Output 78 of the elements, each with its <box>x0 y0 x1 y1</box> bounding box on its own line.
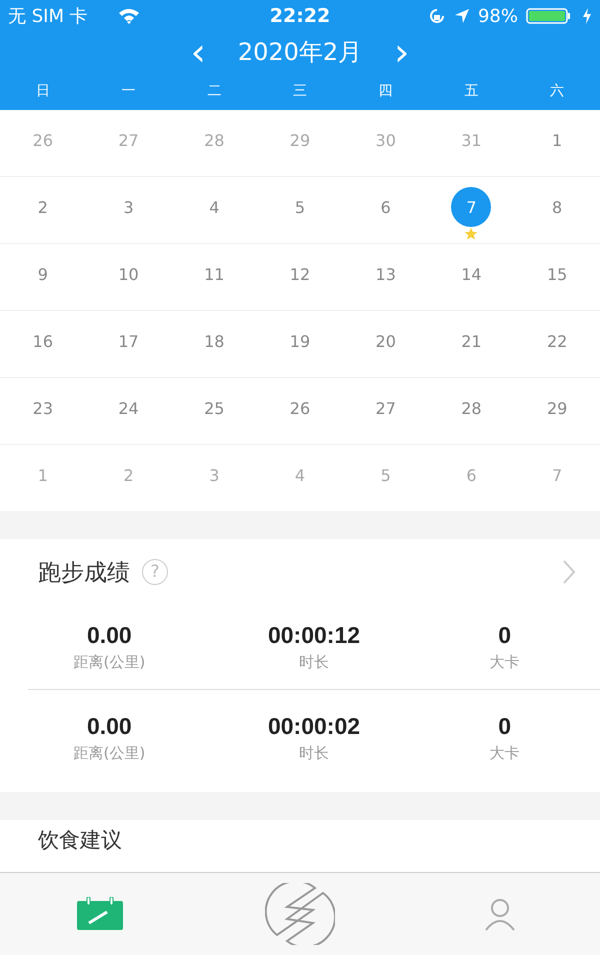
calendar-day[interactable]: 1 <box>22 455 63 495</box>
calendar-day[interactable]: 28 <box>194 120 234 160</box>
wifi-icon <box>118 8 140 24</box>
stat-value: 0 <box>498 713 512 740</box>
weekday-label: 三 <box>292 82 308 100</box>
calendar-day[interactable]: 16 <box>22 321 63 361</box>
calendar-day[interactable]: 29 <box>280 120 320 160</box>
weekday-label: 四 <box>378 82 394 100</box>
weekday-label: 一 <box>120 82 137 100</box>
next-month-button[interactable]: › <box>388 33 416 71</box>
location-arrow-icon <box>454 8 470 24</box>
calendar-day[interactable]: 19 <box>280 321 320 361</box>
stat-label: 大卡 <box>490 744 520 763</box>
charging-icon <box>582 8 592 24</box>
calendar-day[interactable]: 1 <box>537 120 578 160</box>
calendar-day[interactable]: 18 <box>194 321 234 361</box>
person-icon[interactable] <box>483 897 517 931</box>
selected-day[interactable]: 7 <box>451 187 492 227</box>
month-title: 2020年2月 <box>238 37 362 68</box>
stat-label: 时长 <box>298 653 329 672</box>
calendar-day[interactable]: 2 <box>108 455 149 495</box>
calendar-day[interactable]: 23 <box>22 388 63 428</box>
weekday-label: 六 <box>549 82 566 100</box>
logo-icon[interactable] <box>265 883 335 945</box>
calendar-day[interactable]: 6 <box>451 455 492 495</box>
calendar-day[interactable]: 21 <box>451 321 492 361</box>
stat-label: 大卡 <box>490 653 520 672</box>
stat-value: 0.00 <box>86 622 132 649</box>
weekday-label: 日 <box>34 82 51 100</box>
rotation-lock-icon <box>428 7 446 25</box>
calendar-day[interactable]: 4 <box>280 455 320 495</box>
calendar-edit-icon[interactable] <box>76 897 124 931</box>
stat-label: 时长 <box>298 744 329 763</box>
calendar-day[interactable]: 3 <box>194 455 234 495</box>
calendar-day[interactable]: 31 <box>451 120 492 160</box>
calendar-day[interactable]: 29 <box>537 388 578 428</box>
help-button[interactable]: ? <box>142 559 168 585</box>
calendar-day[interactable]: 15 <box>537 254 578 294</box>
battery-text: 98% <box>478 6 518 26</box>
stat-value: 00:00:02 <box>268 713 360 740</box>
calendar-day[interactable]: 20 <box>366 321 406 361</box>
chevron-right-icon[interactable] <box>562 559 576 585</box>
calendar-day[interactable]: 27 <box>108 120 149 160</box>
calendar-day[interactable]: 12 <box>280 254 320 294</box>
calendar-day[interactable]: 2 <box>22 187 63 227</box>
clock-text: 22:22 <box>270 5 330 27</box>
stat-value: 0.00 <box>86 713 132 740</box>
calendar-day[interactable]: 17 <box>108 321 149 361</box>
calendar-day[interactable]: 4 <box>194 187 234 227</box>
weekday-label: 二 <box>206 82 222 100</box>
calendar-day[interactable]: 6 <box>366 187 406 227</box>
stat-value: 00:00:12 <box>268 622 360 649</box>
stat-label: 距离(公里) <box>73 744 146 763</box>
calendar-day[interactable]: 25 <box>194 388 234 428</box>
calendar-day[interactable]: 5 <box>366 455 406 495</box>
calendar-day[interactable]: 27 <box>366 388 406 428</box>
calendar-day[interactable]: 14 <box>451 254 492 294</box>
calendar-day[interactable]: 13 <box>366 254 406 294</box>
calendar-day[interactable]: 22 <box>537 321 578 361</box>
calendar-day[interactable]: 30 <box>366 120 406 160</box>
previous-month-button[interactable]: ‹ <box>184 33 212 71</box>
calendar-day[interactable]: 8 <box>537 187 578 227</box>
calendar-day[interactable]: 11 <box>194 254 234 294</box>
section-title: 跑步成绩 <box>38 558 130 588</box>
carrier-text: 无 SIM 卡 <box>8 5 88 28</box>
calendar-day[interactable]: 5 <box>280 187 320 227</box>
calendar-day[interactable]: 26 <box>280 388 320 428</box>
calendar-day[interactable]: 10 <box>108 254 149 294</box>
stat-label: 距离(公里) <box>73 653 146 672</box>
weekday-label: 五 <box>463 82 480 100</box>
calendar-day[interactable]: 26 <box>22 120 63 160</box>
calendar-day[interactable]: 28 <box>451 388 492 428</box>
section-title: 饮食建议 <box>38 828 122 852</box>
stat-value: 0 <box>498 622 512 649</box>
calendar-day[interactable]: 24 <box>108 388 149 428</box>
calendar-day[interactable]: 9 <box>22 254 63 294</box>
calendar-day[interactable]: 7 <box>537 455 578 495</box>
calendar-day[interactable]: 3 <box>108 187 149 227</box>
